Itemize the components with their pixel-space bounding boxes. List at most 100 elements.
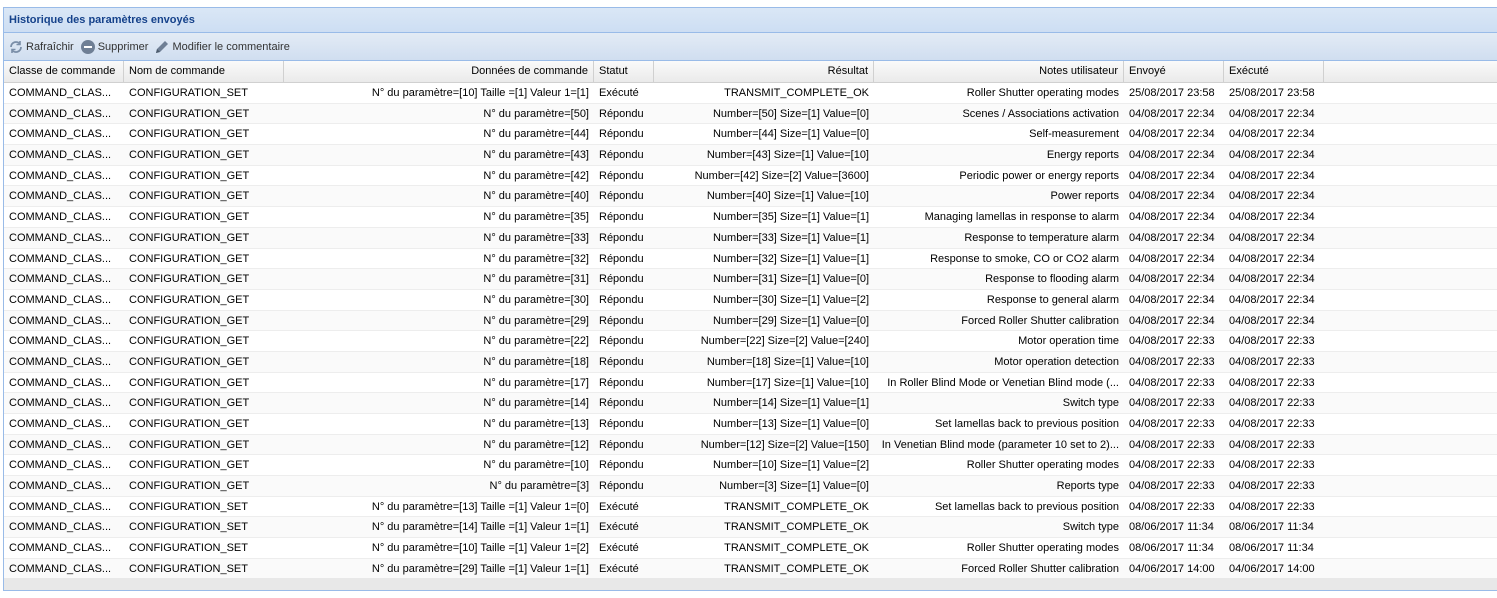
- cell-status: Répondu: [599, 293, 644, 306]
- cell-user-notes: Roller Shutter operating modes: [966, 87, 1119, 99]
- cell-status: Répondu: [599, 355, 644, 368]
- cell-command-data: N° du paramètre=[43]: [483, 149, 589, 162]
- edit-comment-label: Modifier le commentaire: [172, 40, 290, 53]
- cell-sent: 04/08/2017 22:34: [1129, 211, 1215, 224]
- table-row[interactable]: COMMAND_CLAS... CONFIGURATION_GET N° du pa…: [4, 331, 1497, 352]
- cell-filler: [1324, 517, 1497, 537]
- cell-user-notes: Periodic power or energy reports: [959, 169, 1119, 182]
- cell-executed: 04/08/2017 22:33: [1229, 376, 1315, 389]
- refresh-label: Rafraîchir: [26, 40, 74, 53]
- edit-comment-button[interactable]: Modifier le commentaire: [154, 39, 290, 55]
- table-row[interactable]: COMMAND_CLAS... CONFIGURATION_GET N° du pa…: [4, 269, 1497, 290]
- cell-filler: [1324, 290, 1497, 310]
- cell-filler: [1324, 186, 1497, 206]
- cell-sent: 25/08/2017 23:58: [1129, 87, 1215, 99]
- cell-user-notes: Forced Roller Shutter calibration: [961, 562, 1119, 575]
- cell-command-class: COMMAND_CLAS...: [9, 459, 112, 472]
- table-row[interactable]: COMMAND_CLAS... CONFIGURATION_SET N° du pa…: [4, 517, 1497, 539]
- cell-command-name: CONFIGURATION_GET: [129, 355, 250, 368]
- column-header-sent[interactable]: Envoyé: [1124, 61, 1224, 82]
- cell-result: Number=[33] Size=[1] Value=[1]: [712, 231, 869, 244]
- cell-command-data: N° du paramètre=[33]: [483, 231, 589, 244]
- column-header-user-notes[interactable]: Notes utilisateur: [874, 61, 1124, 82]
- cell-user-notes: Switch type: [1062, 397, 1119, 410]
- table-row[interactable]: COMMAND_CLAS... CONFIGURATION_GET N° du pa…: [4, 249, 1497, 270]
- history-panel: Historique des paramètres envoyés Rafraî…: [3, 7, 1497, 591]
- table-row[interactable]: COMMAND_CLAS... CONFIGURATION_GET N° du pa…: [4, 103, 1497, 125]
- table-row[interactable]: COMMAND_CLAS... CONFIGURATION_SET N° du pa…: [4, 497, 1497, 518]
- cell-sent: 04/08/2017 22:33: [1129, 355, 1215, 368]
- cell-command-name: CONFIGURATION_GET: [129, 211, 250, 224]
- cell-executed: 04/08/2017 22:34: [1229, 128, 1315, 141]
- column-header-command-class[interactable]: Classe de commande: [4, 61, 124, 82]
- cell-filler: [1324, 414, 1497, 434]
- table-row[interactable]: COMMAND_CLAS... CONFIGURATION_GET N° du pa…: [4, 124, 1497, 146]
- table-row[interactable]: COMMAND_CLAS... CONFIGURATION_SET N° du pa…: [4, 558, 1497, 580]
- column-header-filler: [1324, 61, 1497, 82]
- cell-command-name: CONFIGURATION_SET: [129, 500, 248, 513]
- cell-command-class: COMMAND_CLAS...: [9, 335, 112, 348]
- table-row[interactable]: COMMAND_CLAS... CONFIGURATION_GET N° du pa…: [4, 310, 1497, 332]
- column-header-command-data[interactable]: Données de commande: [284, 61, 594, 82]
- cell-result: TRANSMIT_COMPLETE_OK: [724, 500, 869, 513]
- table-row[interactable]: COMMAND_CLAS... CONFIGURATION_GET N° du pa…: [4, 373, 1497, 394]
- cell-status: Répondu: [599, 314, 644, 327]
- table-row[interactable]: COMMAND_CLAS... CONFIGURATION_GET N° du pa…: [4, 166, 1497, 187]
- table-row[interactable]: COMMAND_CLAS... CONFIGURATION_GET N° du pa…: [4, 476, 1497, 497]
- cell-status: Répondu: [599, 418, 644, 430]
- cell-user-notes: Self-measurement: [1029, 128, 1119, 141]
- cell-sent: 04/08/2017 22:34: [1129, 107, 1215, 120]
- column-header-status[interactable]: Statut: [594, 61, 654, 82]
- cell-result: Number=[17] Size=[1] Value=[10]: [706, 376, 869, 389]
- horizontal-scrollbar[interactable]: [4, 578, 1497, 590]
- delete-button[interactable]: Supprimer: [80, 39, 148, 55]
- cell-command-class: COMMAND_CLAS...: [9, 562, 112, 575]
- cell-executed: 25/08/2017 23:58: [1229, 87, 1315, 99]
- cell-user-notes: In Roller Blind Mode or Venetian Blind m…: [887, 376, 1119, 389]
- table-row[interactable]: COMMAND_CLAS... CONFIGURATION_GET N° du pa…: [4, 207, 1497, 228]
- table-row[interactable]: COMMAND_CLAS... CONFIGURATION_GET N° du pa…: [4, 290, 1497, 311]
- column-header-command-name[interactable]: Nom de commande: [124, 61, 284, 82]
- cell-sent: 08/06/2017 11:34: [1129, 542, 1214, 555]
- cell-result: Number=[32] Size=[1] Value=[1]: [712, 252, 869, 265]
- cell-command-class: COMMAND_CLAS...: [9, 418, 112, 430]
- cell-result: Number=[40] Size=[1] Value=[10]: [706, 190, 869, 203]
- table-row[interactable]: COMMAND_CLAS... CONFIGURATION_GET N° du pa…: [4, 227, 1497, 249]
- cell-status: Répondu: [599, 128, 644, 141]
- refresh-button[interactable]: Rafraîchir: [8, 39, 74, 55]
- cell-command-data: N° du paramètre=[42]: [483, 169, 589, 182]
- cell-sent: 04/08/2017 22:34: [1129, 149, 1215, 162]
- column-header-executed[interactable]: Exécuté: [1224, 61, 1324, 82]
- column-header-result[interactable]: Résultat: [654, 61, 874, 82]
- table-row[interactable]: COMMAND_CLAS... CONFIGURATION_GET N° du pa…: [4, 393, 1497, 414]
- cell-filler: [1324, 559, 1497, 579]
- table-row[interactable]: COMMAND_CLAS... CONFIGURATION_GET N° du pa…: [4, 455, 1497, 477]
- cell-command-class: COMMAND_CLAS...: [9, 376, 112, 389]
- cell-executed: 04/08/2017 22:34: [1229, 273, 1315, 286]
- cell-sent: 04/08/2017 22:33: [1129, 500, 1215, 513]
- table-row[interactable]: COMMAND_CLAS... CONFIGURATION_SET N° du pa…: [4, 538, 1497, 559]
- cell-filler: [1324, 476, 1497, 496]
- cell-result: Number=[35] Size=[1] Value=[1]: [712, 211, 869, 224]
- cell-command-name: CONFIGURATION_GET: [129, 190, 250, 203]
- table-row[interactable]: COMMAND_CLAS... CONFIGURATION_GET N° du pa…: [4, 434, 1497, 456]
- table-row[interactable]: COMMAND_CLAS... CONFIGURATION_GET N° du pa…: [4, 351, 1497, 373]
- table-row[interactable]: COMMAND_CLAS... CONFIGURATION_GET N° du pa…: [4, 145, 1497, 166]
- cell-command-class: COMMAND_CLAS...: [9, 293, 112, 306]
- cell-executed: 08/06/2017 11:34: [1229, 542, 1314, 555]
- cell-result: TRANSMIT_COMPLETE_OK: [724, 542, 869, 555]
- table-row[interactable]: COMMAND_CLAS... CONFIGURATION_GET N° du pa…: [4, 186, 1497, 208]
- cell-status: Exécuté: [599, 87, 639, 99]
- cell-user-notes: Motor operation time: [1018, 335, 1119, 348]
- cell-command-name: CONFIGURATION_GET: [129, 107, 250, 120]
- cell-command-class: COMMAND_CLAS...: [9, 231, 112, 244]
- table-row[interactable]: COMMAND_CLAS... CONFIGURATION_SET N° du pa…: [4, 83, 1497, 104]
- cell-status: Répondu: [599, 169, 644, 182]
- cell-executed: 04/08/2017 22:34: [1229, 252, 1315, 265]
- cell-command-class: COMMAND_CLAS...: [9, 438, 112, 451]
- cell-command-name: CONFIGURATION_SET: [129, 521, 248, 534]
- cell-user-notes: Energy reports: [1046, 149, 1119, 162]
- cell-command-data: N° du paramètre=[12]: [483, 438, 589, 451]
- table-row[interactable]: COMMAND_CLAS... CONFIGURATION_GET N° du pa…: [4, 414, 1497, 435]
- cell-filler: [1324, 228, 1497, 248]
